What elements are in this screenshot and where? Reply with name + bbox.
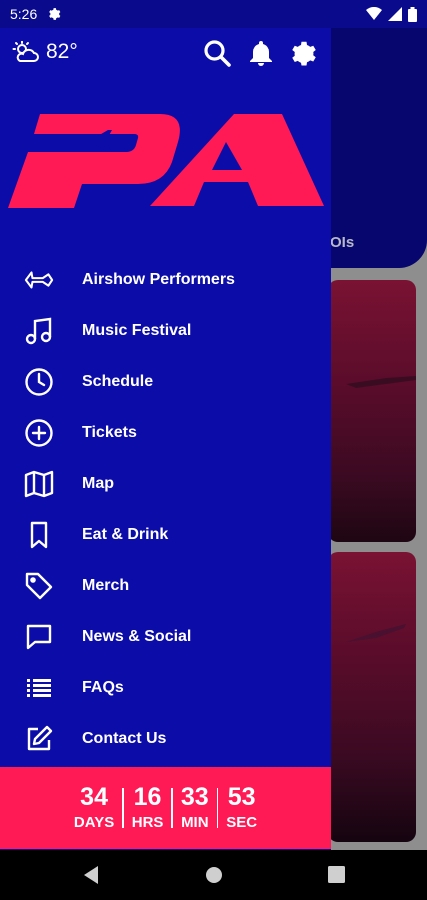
menu-item-airshow-performers[interactable]: Airshow Performers xyxy=(0,254,331,305)
jet-icon xyxy=(24,265,54,295)
gear-icon[interactable] xyxy=(289,38,319,68)
menu-item-eat-drink[interactable]: Eat & Drink xyxy=(0,509,331,560)
list-icon xyxy=(24,673,54,703)
menu-label: Schedule xyxy=(82,372,154,390)
drawer-top-bar: 82° xyxy=(0,28,331,80)
menu-label: FAQs xyxy=(82,678,124,696)
event-countdown: 34 DAYS 16 HRS 33 MIN 53 SEC xyxy=(0,767,331,849)
settings-status-icon xyxy=(49,8,61,20)
background-card xyxy=(328,552,416,842)
recents-icon[interactable] xyxy=(328,866,345,883)
countdown-seconds-value: 53 xyxy=(227,783,256,811)
countdown-minutes-value: 33 xyxy=(180,783,209,811)
back-icon[interactable] xyxy=(82,865,100,885)
countdown-minutes-label: MIN xyxy=(181,814,209,831)
menu-label: Eat & Drink xyxy=(82,525,169,543)
menu-label: Map xyxy=(82,474,114,492)
countdown-minutes: 33 MIN xyxy=(173,783,217,832)
countdown-hours-label: HRS xyxy=(131,814,164,831)
status-time: 5:26 xyxy=(10,6,38,22)
search-icon[interactable] xyxy=(202,38,232,68)
temperature: 82° xyxy=(46,40,78,63)
menu-label: News & Social xyxy=(82,627,192,645)
menu-item-tickets[interactable]: Tickets xyxy=(0,407,331,458)
countdown-hours-value: 16 xyxy=(133,783,162,811)
signal-icon xyxy=(388,7,402,21)
map-icon xyxy=(24,469,54,499)
bookmark-icon xyxy=(24,520,54,550)
bell-icon[interactable] xyxy=(246,38,276,68)
jet-silhouette xyxy=(346,624,406,642)
clock-icon xyxy=(24,367,54,397)
menu-label: Contact Us xyxy=(82,729,167,747)
menu-item-music-festival[interactable]: Music Festival xyxy=(0,305,331,356)
menu-item-map[interactable]: Map xyxy=(0,458,331,509)
jet-silhouette xyxy=(346,376,416,388)
countdown-days: 34 DAYS xyxy=(66,783,122,832)
battery-icon xyxy=(408,6,417,22)
partly-sunny-icon xyxy=(12,41,39,62)
menu-label: Music Festival xyxy=(82,321,192,339)
menu-item-schedule[interactable]: Schedule xyxy=(0,356,331,407)
menu-item-merch[interactable]: Merch xyxy=(0,560,331,611)
edit-icon xyxy=(24,724,54,754)
menu-item-news-social[interactable]: News & Social xyxy=(0,611,331,662)
countdown-seconds: 53 SEC xyxy=(218,783,265,832)
tag-icon xyxy=(24,571,54,601)
music-note-icon xyxy=(24,316,54,346)
countdown-days-label: DAYS xyxy=(73,814,115,831)
system-nav-bar xyxy=(0,850,427,900)
background-card xyxy=(328,280,416,542)
weather-widget[interactable]: 82° xyxy=(12,40,78,64)
pa-logo xyxy=(8,114,324,208)
menu-label: Airshow Performers xyxy=(82,270,235,288)
background-hero-label: OIs xyxy=(330,234,355,251)
chat-icon xyxy=(24,622,54,652)
status-bar: 5:26 xyxy=(0,0,427,28)
menu-label: Tickets xyxy=(82,423,137,441)
menu-item-faqs[interactable]: FAQs xyxy=(0,662,331,713)
navigation-drawer: 82° Airshow Performers Music Festival Sc… xyxy=(0,28,331,850)
home-icon[interactable] xyxy=(205,866,223,884)
menu-item-contact-us[interactable]: Contact Us xyxy=(0,713,331,764)
menu-label: Merch xyxy=(82,576,130,594)
wifi-icon xyxy=(366,7,382,20)
plus-circle-icon xyxy=(24,418,54,448)
countdown-seconds-label: SEC xyxy=(226,814,258,831)
countdown-hours: 16 HRS xyxy=(124,783,172,832)
countdown-days-value: 34 xyxy=(80,783,108,811)
